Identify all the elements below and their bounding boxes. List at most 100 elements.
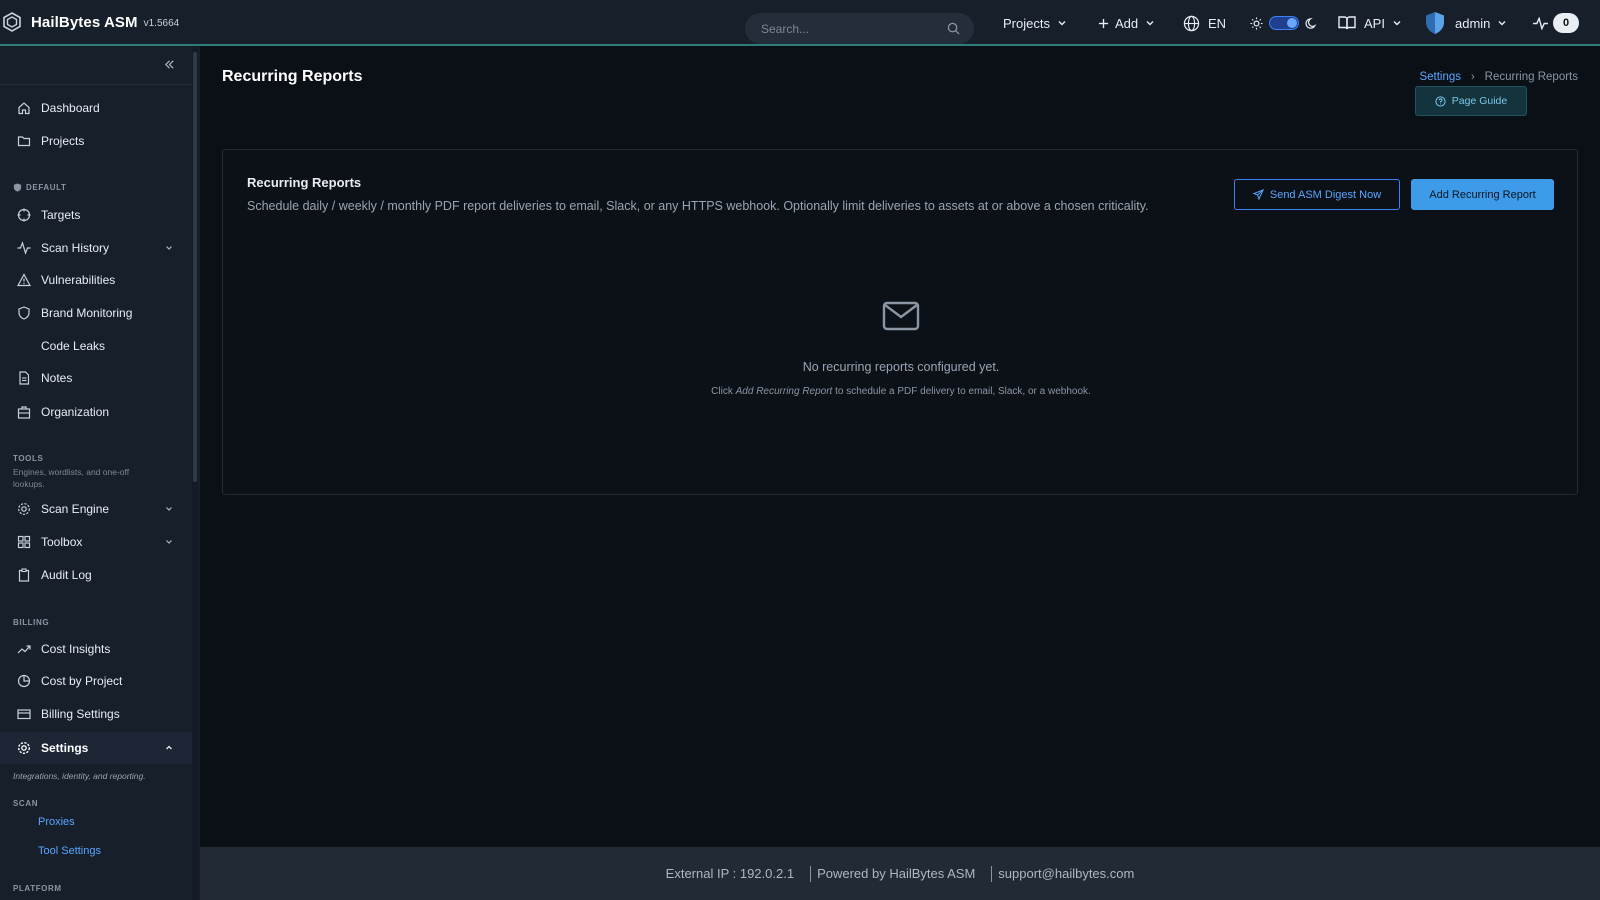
empty-hint-suffix: to schedule a PDF delivery to email, Sla… [835,386,1091,397]
chevron-down-icon [1145,18,1155,28]
sidebar-item-vulnerabilities[interactable]: Vulnerabilities [0,264,192,296]
projects-dropdown[interactable]: Projects [1003,0,1067,46]
sidebar-item-dashboard[interactable]: Dashboard [0,92,192,124]
sidebar-scrollbar-thumb[interactable] [193,52,197,482]
sidebar-item-label: Scan History [41,241,110,255]
sidebar-item-toolbox[interactable]: Toolbox [0,526,192,558]
sidebar-item-brand-monitoring[interactable]: Brand Monitoring [0,297,192,329]
chevron-down-icon [1497,18,1507,28]
chevron-down-icon[interactable] [164,537,174,547]
sidebar-item-label: Dashboard [41,101,100,115]
sidebar-item-audit-log[interactable]: Audit Log [0,559,192,591]
section-label-platform: PLATFORM [13,884,62,893]
theme-switch[interactable] [1269,16,1299,30]
sidebar-item-label: Brand Monitoring [41,306,133,320]
gear-cog-icon [17,502,31,516]
section-label-default: DEFAULT [13,183,67,192]
sidebar-item-code-leaks[interactable]: Code Leaks [0,330,192,362]
chevron-down-icon [1057,18,1067,28]
building-icon [17,405,31,419]
section-label-billing: BILLING [13,618,49,627]
chevron-up-icon[interactable] [164,743,174,753]
top-navbar: HailBytes ASM v1.5664 Projects Add EN [0,0,1600,46]
sidebar-item-label: Code Leaks [41,339,106,353]
search-bar [745,13,974,44]
sidebar-item-label: Cost by Project [41,674,123,688]
section-label-text: BILLING [13,618,50,627]
sidebar-item-settings[interactable]: Settings [0,732,192,764]
search-icon[interactable] [947,22,960,35]
sidebar-item-scan-engine[interactable]: Scan Engine [0,493,192,525]
chevron-down-icon [1392,18,1402,28]
sidebar-subitem-tool-settings[interactable]: Tool Settings [38,845,101,857]
add-dropdown[interactable]: Add [1098,0,1155,46]
sidebar-item-projects[interactable]: Projects [0,125,192,157]
sidebar-item-targets[interactable]: Targets [0,199,192,231]
hexagon-logo-icon [2,12,22,32]
user-menu[interactable]: admin [1424,0,1507,46]
send-icon [1252,189,1264,200]
projects-dropdown-label: Projects [1003,15,1050,31]
add-dropdown-label: Add [1115,15,1139,31]
breadcrumb-current: Recurring Reports [1484,71,1578,83]
sidebar-item-label: Projects [41,134,85,148]
sidebar-scrollbar[interactable] [192,46,198,900]
globe-icon [1183,15,1200,32]
sun-icon [1250,16,1263,30]
app-name: HailBytes ASM [31,13,138,31]
section-label-text: SCAN [13,799,39,808]
sidebar-item-cost-insights[interactable]: Cost Insights [0,633,192,665]
send-asm-digest-button[interactable]: Send ASM Digest Now [1234,179,1400,210]
activity-notifications[interactable]: 0 [1532,0,1579,46]
sidebar-item-cost-by-project[interactable]: Cost by Project [0,665,192,697]
sidebar-subitem-proxies[interactable]: Proxies [38,816,75,828]
section-description-tools: Engines, wordlists, and one-off lookups. [13,467,130,489]
sidebar-item-label: Targets [41,208,81,222]
language-selector[interactable]: EN [1183,0,1226,46]
chevron-down-icon[interactable] [164,243,174,253]
brand[interactable]: HailBytes ASM v1.5664 [2,12,179,32]
footer-divider [810,865,812,882]
book-icon [1338,15,1356,31]
sidebar-item-label: Vulnerabilities [41,273,116,287]
folder-icon [17,134,31,148]
empty-state-hint: Click Add Recurring Report to schedule a… [223,386,1579,397]
notification-count-badge: 0 [1553,13,1579,33]
section-label-text: PLATFORM [13,884,62,893]
sidebar-item-label: Toolbox [41,535,83,549]
api-dropdown[interactable]: API [1338,0,1402,46]
sidebar-item-label: Organization [41,405,110,419]
chevron-down-icon[interactable] [164,504,174,514]
sidebar-item-label: Settings [41,741,89,755]
card-title: Recurring Reports [247,175,362,190]
page-guide-button[interactable]: Page Guide [1415,86,1527,116]
add-recurring-report-button[interactable]: Add Recurring Report [1411,179,1554,210]
theme-toggle[interactable] [1250,0,1318,46]
target-icon [17,208,31,222]
sidebar-item-scan-history[interactable]: Scan History [0,232,192,264]
breadcrumb-settings-link[interactable]: Settings [1419,71,1461,83]
settings-description: Integrations, identity, and reporting. [13,771,146,781]
collapse-sidebar-icon[interactable] [163,58,177,72]
sidebar-item-label: Billing Settings [41,707,120,721]
sidebar-item-organization[interactable]: Organization [0,396,192,428]
sidebar-item-label: Audit Log [41,568,92,582]
sidebar-divider [0,84,192,85]
trending-up-icon [17,642,31,656]
section-label-tools: TOOLS [13,454,43,463]
support-email-link[interactable]: support@hailbytes.com [998,866,1134,881]
section-label-scan: SCAN [13,799,38,808]
shield-icon [17,306,31,320]
powered-by: Powered by HailBytes ASM [817,866,976,881]
pulse-icon [1532,16,1549,30]
plus-icon [1098,18,1109,29]
sidebar-item-notes[interactable]: Notes [0,362,192,394]
warning-icon [17,273,31,287]
search-input[interactable] [761,21,947,36]
sidebar-item-billing-settings[interactable]: Billing Settings [0,698,192,730]
language-label: EN [1208,15,1227,31]
help-circle-icon [1435,95,1446,107]
api-label: API [1364,15,1385,31]
empty-state-title: No recurring reports configured yet. [802,360,1000,374]
sidebar-item-label: Notes [41,371,73,385]
